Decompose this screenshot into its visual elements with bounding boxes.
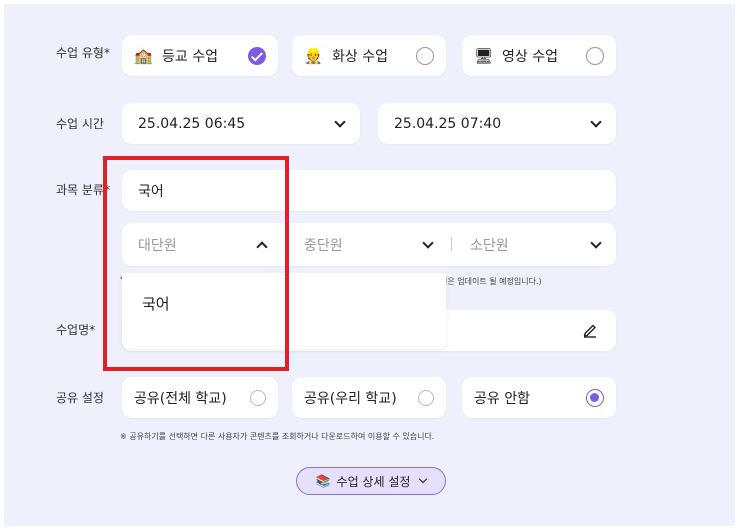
class-detail-settings-button[interactable]: 📚 수업 상세 설정: [296, 467, 446, 495]
small-unit-placeholder: 소단원: [470, 237, 509, 254]
subject-select[interactable]: 국어: [122, 170, 616, 211]
start-time-value: 25.04.25 06:45: [138, 115, 246, 132]
unit-note-end: 원은 업데이트 될 예정입니다.): [440, 277, 542, 286]
school-icon: 🏫: [134, 46, 153, 65]
monitor-icon: 🖥: [474, 46, 494, 65]
unit-select-row: 대단원 중단원 소단원: [122, 223, 616, 266]
large-unit-placeholder: 대단원: [138, 237, 177, 254]
chevron-down-icon: [419, 474, 428, 484]
mid-unit-select[interactable]: 중단원: [288, 223, 448, 266]
radio-button[interactable]: [250, 389, 266, 406]
subject-value: 국어: [138, 183, 164, 200]
books-icon: 📚: [315, 474, 331, 488]
checkmark-icon[interactable]: [248, 46, 266, 65]
share-option-all-schools[interactable]: 공유(전체 학교): [122, 377, 278, 418]
share-label: 공유 설정: [56, 391, 104, 405]
mid-unit-placeholder: 중단원: [304, 237, 343, 254]
large-unit-select[interactable]: 대단원: [122, 223, 282, 266]
large-unit-dropdown: 국어: [122, 273, 446, 349]
divider: [451, 237, 452, 251]
class-type-option-video-call[interactable]: 👷 화상 수업: [292, 35, 446, 76]
share-option-label: 공유(전체 학교): [134, 390, 227, 407]
radio-button-selected[interactable]: [586, 388, 604, 407]
end-time-value: 25.04.25 07:40: [394, 115, 502, 132]
worker-icon: 👷: [304, 46, 323, 65]
start-time-select[interactable]: 25.04.25 06:45: [122, 103, 360, 144]
class-time-label: 수업 시간: [56, 117, 104, 131]
chevron-down-icon: [590, 115, 602, 128]
chevron-down-icon: [422, 236, 434, 249]
chevron-down-icon: [590, 236, 602, 249]
class-type-option-in-person[interactable]: 🏫 등교 수업: [122, 35, 278, 76]
radio-button[interactable]: [418, 389, 434, 406]
pencil-icon[interactable]: [582, 322, 598, 338]
radio-button[interactable]: [586, 46, 604, 65]
chevron-up-icon: [256, 240, 268, 253]
chevron-down-icon: [334, 115, 346, 128]
share-note: ※ 공유하기를 선택하면 다른 사용자가 콘텐츠를 조회하거나 다운로드하여 이…: [120, 432, 435, 441]
subject-label: 과목 분류*: [56, 183, 110, 197]
share-option-our-school[interactable]: 공유(우리 학교): [292, 377, 446, 418]
end-time-select[interactable]: 25.04.25 07:40: [378, 103, 616, 144]
class-type-option-label: 영상 수업: [502, 48, 558, 65]
class-type-option-video[interactable]: 🖥 영상 수업: [462, 35, 616, 76]
class-type-option-label: 등교 수업: [162, 48, 218, 65]
class-type-option-label: 화상 수업: [332, 48, 388, 65]
share-option-none[interactable]: 공유 안함: [462, 377, 616, 418]
class-type-label: 수업 유형*: [56, 46, 110, 60]
share-option-label: 공유(우리 학교): [304, 390, 397, 407]
class-name-label: 수업명*: [56, 323, 96, 337]
dropdown-option[interactable]: 국어: [142, 293, 170, 314]
radio-button[interactable]: [416, 46, 434, 65]
small-unit-select[interactable]: 소단원: [454, 223, 616, 266]
detail-button-label: 수업 상세 설정: [336, 474, 411, 489]
share-option-label: 공유 안함: [474, 390, 530, 407]
